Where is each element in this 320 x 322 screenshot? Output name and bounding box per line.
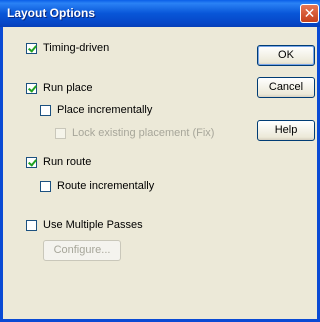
run-place-label: Run place — [43, 82, 93, 94]
checkbox-unchecked-icon — [40, 104, 51, 116]
ok-button[interactable]: OK — [257, 45, 315, 66]
timing-driven-checkbox[interactable]: Timing-driven — [26, 42, 109, 54]
run-place-checkbox[interactable]: Run place — [26, 82, 93, 94]
checkbox-unchecked-icon — [55, 127, 66, 139]
checkbox-unchecked-icon — [40, 180, 51, 192]
checkbox-checked-icon — [26, 82, 37, 94]
layout-options-dialog: Layout Options ✕ Timing-driven Run place… — [0, 0, 320, 322]
place-incrementally-checkbox[interactable]: Place incrementally — [40, 104, 152, 116]
lock-existing-placement-checkbox[interactable]: Lock existing placement (Fix) — [55, 127, 214, 139]
route-incrementally-checkbox[interactable]: Route incrementally — [40, 180, 154, 192]
checkbox-checked-icon — [26, 156, 37, 168]
route-incrementally-label: Route incrementally — [57, 180, 155, 192]
checkbox-unchecked-icon — [26, 219, 37, 231]
run-route-label: Run route — [43, 156, 92, 168]
title-bar: Layout Options ✕ — [0, 0, 320, 27]
close-button[interactable]: ✕ — [300, 4, 319, 23]
close-icon: ✕ — [303, 5, 316, 21]
window-title: Layout Options — [7, 6, 95, 20]
place-incrementally-label: Place incrementally — [57, 104, 153, 116]
help-button[interactable]: Help — [257, 120, 315, 141]
use-multiple-passes-label: Use Multiple Passes — [43, 219, 143, 231]
cancel-button[interactable]: Cancel — [257, 77, 315, 98]
checkbox-checked-icon — [26, 42, 37, 54]
use-multiple-passes-checkbox[interactable]: Use Multiple Passes — [26, 219, 143, 231]
lock-existing-placement-label: Lock existing placement (Fix) — [72, 127, 215, 139]
timing-driven-label: Timing-driven — [43, 42, 110, 54]
configure-button[interactable]: Configure... — [43, 240, 121, 261]
run-route-checkbox[interactable]: Run route — [26, 156, 91, 168]
